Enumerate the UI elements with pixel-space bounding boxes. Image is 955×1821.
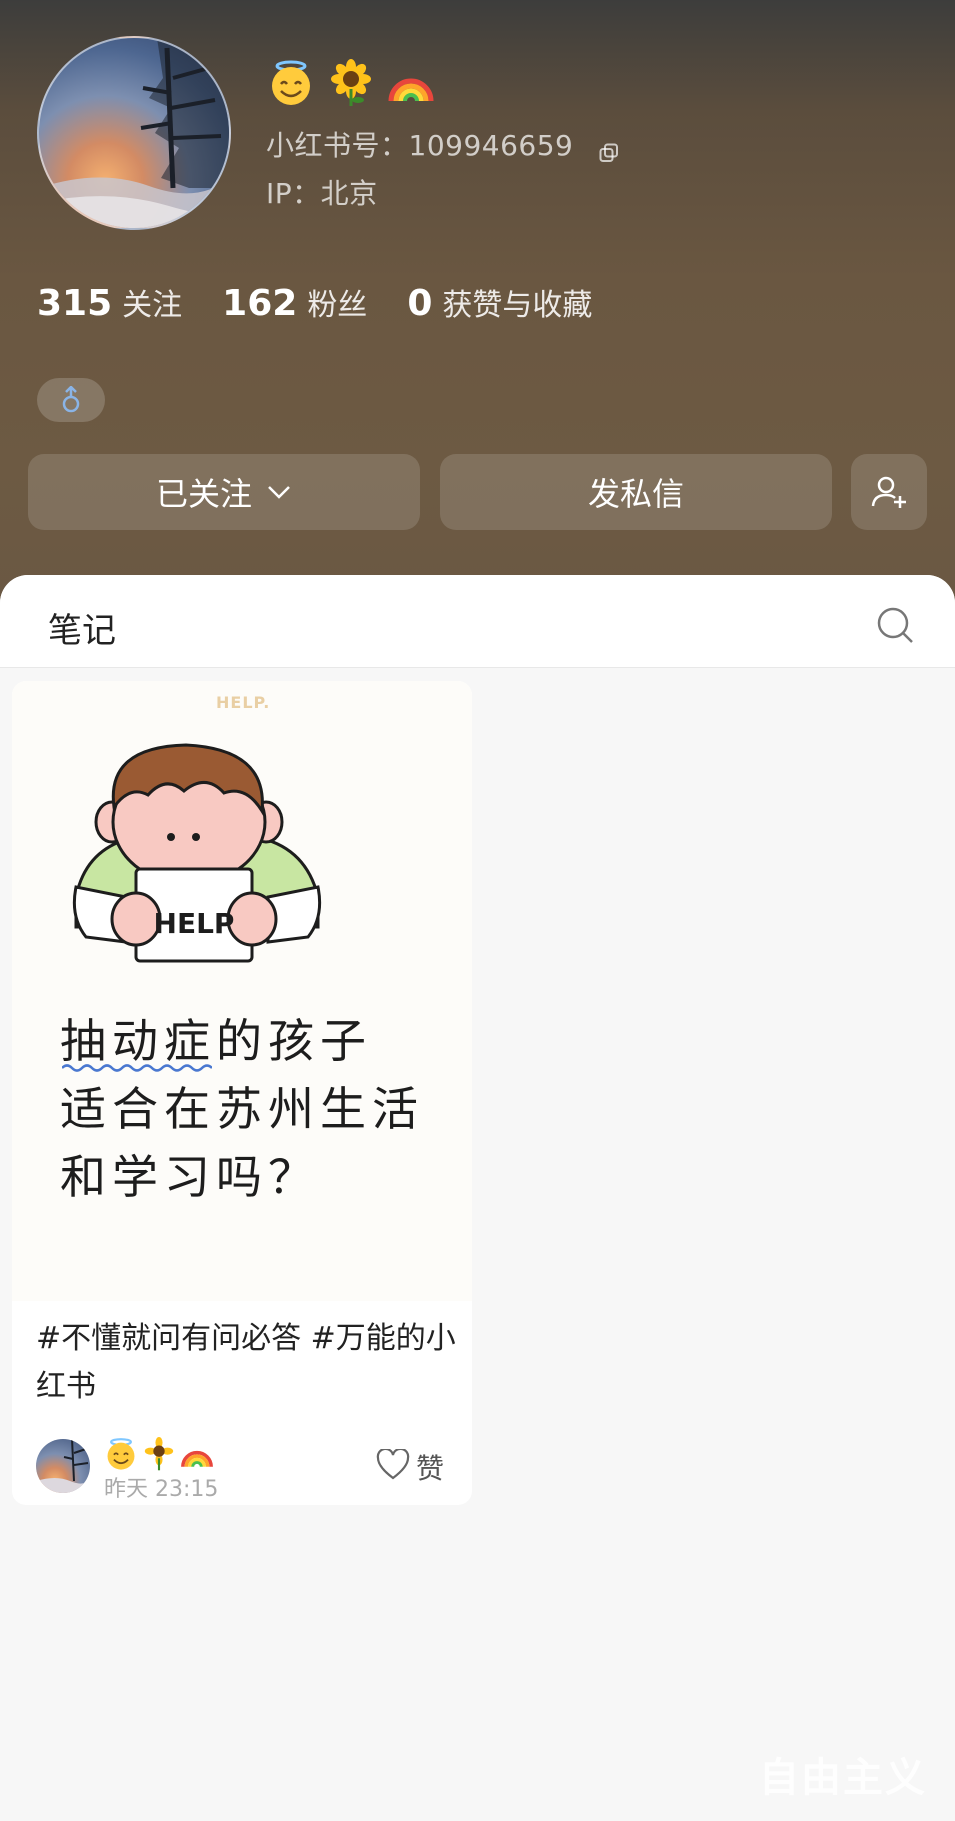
sunflower-emoji [144,1437,174,1471]
stat-followers-label: 粉丝 [307,288,368,323]
male-icon [62,386,80,413]
profile-id-value: 109946659 [408,129,574,162]
author-name-emojis [104,1437,214,1471]
stat-likes-label: 获赞与收藏 [442,288,593,323]
add-user-icon [871,476,906,508]
stat-likes-count: 0 [407,283,433,324]
add-friend-button[interactable] [851,454,927,530]
cover-handwritten-text: HELP. [216,693,271,712]
smiling-angel-emoji [107,1438,135,1470]
message-button[interactable]: 发私信 [440,454,832,530]
cover-line-3: 和学习吗？ [60,1150,320,1204]
profile-id-label: 小红书号： [266,129,409,162]
watermark: 自由主义 [759,1755,927,1801]
copy-icon[interactable] [599,137,619,162]
author-avatar[interactable] [36,1439,90,1493]
profile-stats: 315 关注 162 粉丝 0 获赞与收藏 [37,280,632,324]
followed-button-label: 已关注 [155,475,252,513]
profile-id: 小红书号：109946659 [266,124,619,164]
stat-followers-count: 162 [222,283,298,324]
cover-line-2: 适合在苏州生活 [60,1082,424,1136]
notes-tab-bar: 笔记 [0,575,955,668]
smiling-angel-emoji [266,58,316,108]
wavy-underline [62,1064,212,1072]
profile-avatar[interactable] [37,36,231,230]
note-time: 昨天 23:15 [104,1477,219,1502]
stat-following[interactable]: 315 关注 [37,280,182,324]
tab-notes[interactable]: 笔记 [48,603,116,652]
heart-icon[interactable] [376,1449,410,1481]
profile-header: 小红书号：109946659 IP：北京 315 关注 162 粉丝 0 获赞与… [0,0,955,620]
stat-following-label: 关注 [122,288,183,323]
like-label[interactable]: 赞 [416,1447,444,1487]
note-cover: HELP. HELP 抽动症的孩子 适合在苏州生活 和学习吗？ [12,681,472,1301]
stat-followers[interactable]: 162 粉丝 [222,280,367,324]
rainbow-emoji [386,58,436,108]
stat-following-count: 315 [37,283,113,324]
note-card[interactable]: HELP. HELP 抽动症的孩子 适合在苏州生活 和学习吗？ #不懂就问有问必… [12,681,472,1505]
chevron-down-icon [268,486,290,499]
search-icon[interactable] [875,605,915,645]
gender-badge [37,378,105,422]
note-title[interactable]: #不懂就问有问必答 #万能的小红书 [36,1315,456,1411]
followed-button[interactable]: 已关注 [28,454,420,530]
cover-sign-text: HELP [154,907,235,940]
rainbow-emoji [181,1450,213,1468]
stat-likes[interactable]: 0 获赞与收藏 [407,280,592,324]
cover-line-1: 抽动症的孩子 [60,1014,372,1068]
message-button-label: 发私信 [587,475,684,513]
boy-holding-sign-illustration: HELP [72,743,322,963]
sunflower-emoji [326,58,376,108]
profile-ip: IP：北京 [266,177,378,210]
notes-sheet: 笔记 HELP. HELP 抽动症的孩子 适合在苏州生活 和学习吗？ #不懂就问… [0,575,955,1821]
profile-emoji-name [266,58,436,108]
